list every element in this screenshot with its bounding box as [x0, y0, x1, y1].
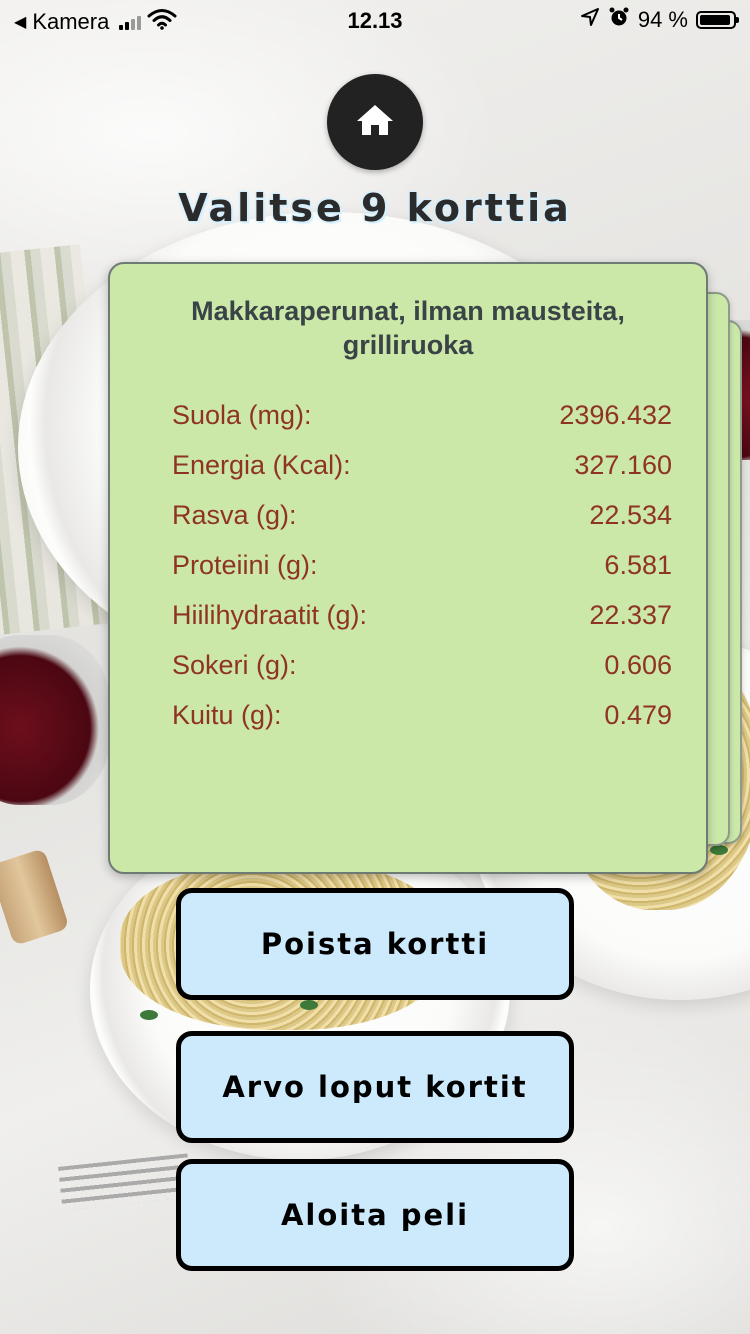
- remove-card-button[interactable]: Poista kortti: [176, 888, 574, 1000]
- stat-value: 0.479: [604, 700, 672, 730]
- food-card[interactable]: Makkaraperunat, ilman mausteita, grillir…: [108, 262, 708, 874]
- herb: [710, 845, 728, 855]
- status-bar: ◀ Kamera 12.13 94 %: [0, 0, 750, 40]
- stat-label: Energia (Kcal):: [172, 450, 351, 480]
- page-title: Valitse 9 korttia: [178, 186, 572, 230]
- home-icon: [355, 103, 395, 142]
- nutrition-list: Suola (mg): 2396.432 Energia (Kcal): 327…: [172, 400, 672, 750]
- home-button[interactable]: [327, 74, 423, 170]
- battery-percent: 94 %: [637, 7, 688, 32]
- stat-value: 2396.432: [559, 400, 672, 430]
- stat-label: Suola (mg):: [172, 400, 312, 430]
- location-icon: [580, 7, 600, 33]
- stat-value: 0.606: [604, 650, 672, 680]
- nutrition-row-energy: Energia (Kcal): 327.160: [172, 450, 672, 500]
- status-right: 94 %: [580, 6, 739, 34]
- stat-label: Proteiini (g):: [172, 550, 318, 580]
- stat-value: 6.581: [604, 550, 672, 580]
- nutrition-row-salt: Suola (mg): 2396.432: [172, 400, 672, 450]
- stat-value: 22.337: [589, 600, 672, 630]
- stat-label: Hiilihydraatit (g):: [172, 600, 368, 630]
- nutrition-row-carbs: Hiilihydraatit (g): 22.337: [172, 600, 672, 650]
- stat-label: Sokeri (g):: [172, 650, 297, 680]
- alarm-icon: [608, 6, 630, 34]
- herb: [140, 1010, 158, 1020]
- start-game-button[interactable]: Aloita peli: [176, 1159, 574, 1271]
- nutrition-row-fat: Rasva (g): 22.534: [172, 500, 672, 550]
- wine-glass: [0, 635, 110, 805]
- draw-rest-cards-button[interactable]: Arvo loput kortit: [176, 1031, 574, 1143]
- stat-label: Rasva (g):: [172, 500, 297, 530]
- stat-value: 22.534: [589, 500, 672, 530]
- nutrition-row-sugar: Sokeri (g): 0.606: [172, 650, 672, 700]
- battery-icon: [696, 11, 739, 29]
- stat-label: Kuitu (g):: [172, 700, 282, 730]
- nutrition-row-protein: Proteiini (g): 6.581: [172, 550, 672, 600]
- nutrition-row-fiber: Kuitu (g): 0.479: [172, 700, 672, 750]
- stat-value: 327.160: [574, 450, 672, 480]
- food-name: Makkaraperunat, ilman mausteita, grillir…: [191, 296, 625, 360]
- herb: [300, 1000, 318, 1010]
